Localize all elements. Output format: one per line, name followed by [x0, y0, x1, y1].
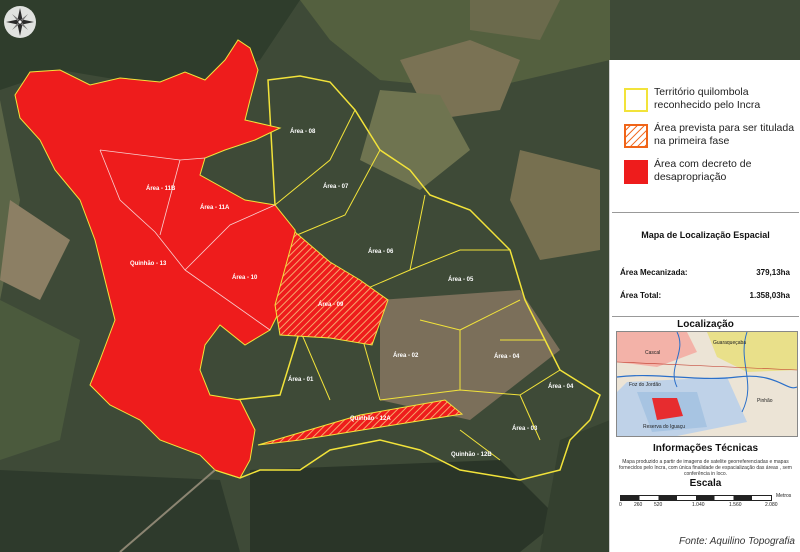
inset-place: Cascal	[645, 350, 661, 356]
location-title: Localização	[677, 319, 734, 330]
scale-tick: 1.040	[692, 502, 705, 508]
source-credit: Fonte: Aquilino Topografia	[678, 536, 795, 547]
yellow-outline-swatch	[624, 88, 648, 112]
area-label: Área - 07	[323, 183, 349, 190]
legend-label-territory: Território quilombola reconhecido pelo I…	[654, 86, 761, 111]
area-label: Área - 04	[548, 383, 574, 390]
area-label: Quinhão - 13	[130, 261, 167, 267]
scale-bar	[620, 495, 772, 501]
summary-value: 1.358,03ha	[749, 291, 790, 300]
scale-title: Escala	[689, 478, 722, 489]
red-fill-swatch	[624, 160, 648, 184]
area-label: Área - 03	[512, 425, 538, 432]
scale-tick: 520	[654, 502, 663, 508]
inset-place: Foz do Jordão	[629, 382, 661, 388]
scale-tick: 0	[619, 502, 622, 508]
area-label: Quinhão - 12B	[451, 452, 492, 458]
scale-unit: Metros	[776, 493, 792, 499]
summary-row-total: Área Total: 1.358,03ha	[620, 291, 790, 300]
area-label: Área - 08	[290, 128, 316, 135]
summary-title: Mapa de Localização Espacial	[641, 230, 770, 240]
area-label: Área - 11B	[146, 185, 176, 192]
inset-place: Pinhão	[757, 398, 773, 404]
orange-hatch-swatch	[624, 124, 648, 148]
area-label: Área - 02	[393, 352, 419, 359]
area-label: Quinhão - 12A	[350, 416, 391, 422]
area-label: Área - 05	[448, 276, 474, 283]
area-label: Área - 04	[494, 353, 520, 360]
area-label: Área - 10	[232, 274, 258, 281]
legend-label-decree: Área com decreto de desapropriação	[654, 158, 752, 183]
scale-tick: 260	[634, 502, 643, 508]
area-label: Área - 09	[318, 301, 344, 308]
divider	[612, 316, 799, 317]
legend-panel: Território quilombola reconhecido pelo I…	[609, 60, 800, 552]
compass-rose-icon	[4, 6, 36, 38]
technical-text: Mapa produzido a partir de imagens de sa…	[619, 459, 792, 477]
technical-title: Informações Técnicas	[652, 443, 759, 454]
scale-tick: 1.560	[729, 502, 742, 508]
area-label: Área - 01	[288, 376, 314, 383]
divider	[612, 212, 799, 213]
inset-place: Guaraqueçaba	[713, 340, 747, 346]
summary-label: Área Total:	[620, 291, 662, 300]
inset-place: Reserva do Iguaçu	[643, 424, 685, 430]
summary-label: Área Mecanizada:	[620, 268, 688, 277]
location-inset-map: Cascal Guaraqueçaba Foz do Jordão Pinhão…	[616, 331, 798, 437]
summary-row-mechanized: Área Mecanizada: 379,13ha	[620, 268, 790, 277]
legend-label-first-phase: Área prevista para ser titulada na prime…	[654, 122, 795, 147]
area-label: Área - 11A	[200, 204, 230, 211]
area-label: Área - 06	[368, 248, 394, 255]
summary-value: 379,13ha	[756, 268, 790, 277]
scale-tick: 2.080	[765, 502, 778, 508]
